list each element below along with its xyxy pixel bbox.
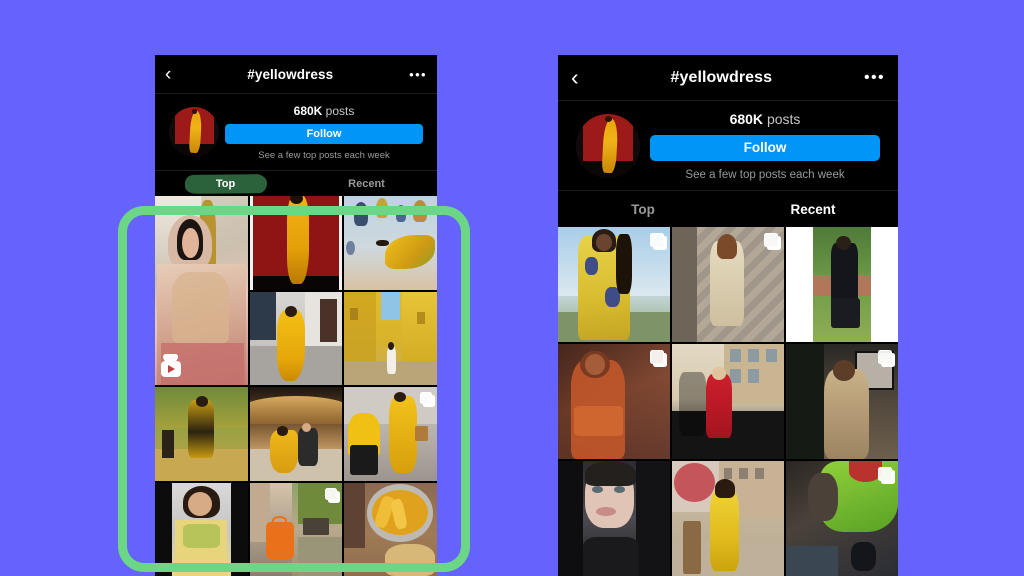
grid-tile[interactable] — [672, 344, 784, 459]
grid-tile[interactable] — [672, 461, 784, 576]
chevron-left-icon[interactable]: ‹ — [571, 66, 579, 89]
grid-tile[interactable] — [155, 482, 248, 576]
posts-count: 680K — [729, 110, 764, 127]
grid-tile[interactable] — [249, 196, 343, 290]
phone-screen-left: ‹ #yellowdress ••• 680K posts Follow See… — [155, 55, 437, 576]
tab-recent[interactable]: Recent — [728, 191, 898, 227]
posts-count-line: 680K posts — [650, 111, 880, 127]
navbar-right: ‹ #yellowdress ••• — [558, 55, 898, 101]
avatar[interactable] — [576, 113, 640, 178]
phone-screen-right: ‹ #yellowdress ••• 680K posts Follow See… — [558, 55, 898, 576]
carousel-icon — [650, 350, 664, 364]
tab-top-label: Top — [631, 201, 655, 217]
more-options-icon[interactable]: ••• — [409, 68, 427, 81]
grid-tile[interactable] — [249, 291, 343, 385]
tab-top[interactable]: Top — [155, 171, 296, 196]
tab-recent[interactable]: Recent — [296, 171, 437, 196]
grid-tile[interactable] — [786, 344, 898, 459]
hashtag-profile-right: 680K posts Follow See a few top posts ea… — [558, 101, 898, 191]
grid-tile[interactable] — [344, 387, 437, 481]
profile-subtitle: See a few top posts each week — [258, 149, 390, 161]
page-title: #yellowdress — [670, 68, 773, 86]
grid-tile[interactable] — [558, 344, 670, 459]
grid-tile[interactable] — [155, 196, 248, 385]
grid-tile[interactable] — [344, 482, 437, 576]
posts-count: 680K — [293, 103, 323, 118]
avatar[interactable] — [169, 107, 219, 157]
grid-tile[interactable] — [786, 461, 898, 576]
grid-tile[interactable] — [344, 196, 437, 290]
tab-recent-label: Recent — [348, 177, 385, 190]
follow-button[interactable]: Follow — [225, 123, 423, 144]
grid-tile[interactable] — [249, 387, 343, 481]
posts-count-line: 680K posts — [225, 104, 423, 118]
hashtag-profile-left: 680K posts Follow See a few top posts ea… — [155, 94, 437, 171]
grid-tile[interactable] — [786, 227, 898, 342]
carousel-icon — [878, 467, 892, 481]
posts-label: posts — [325, 103, 355, 118]
grid-tile[interactable] — [558, 461, 670, 576]
carousel-icon — [764, 233, 778, 247]
photo-grid-left — [155, 196, 437, 576]
carousel-icon — [650, 233, 664, 247]
grid-tile[interactable] — [249, 482, 343, 576]
follow-button[interactable]: Follow — [650, 134, 880, 161]
grid-tile[interactable] — [344, 291, 437, 385]
carousel-icon — [419, 392, 432, 404]
page-title: #yellowdress — [247, 66, 334, 82]
carousel-icon — [878, 350, 892, 364]
reel-icon — [161, 361, 181, 377]
more-options-icon[interactable]: ••• — [864, 69, 885, 86]
grid-tile[interactable] — [672, 227, 784, 342]
tab-top-label: Top — [215, 177, 236, 190]
tab-top[interactable]: Top — [558, 191, 728, 227]
tab-recent-label: Recent — [790, 201, 836, 217]
carousel-icon — [325, 487, 338, 500]
navbar-left: ‹ #yellowdress ••• — [155, 55, 437, 94]
tab-bar-right: Top Recent — [558, 191, 898, 227]
profile-subtitle: See a few top posts each week — [685, 168, 845, 181]
grid-tile[interactable] — [558, 227, 670, 342]
posts-label: posts — [766, 110, 801, 127]
photo-grid-right — [558, 227, 898, 576]
grid-tile[interactable] — [155, 387, 248, 481]
tab-bar-left: Top Recent — [155, 171, 437, 196]
